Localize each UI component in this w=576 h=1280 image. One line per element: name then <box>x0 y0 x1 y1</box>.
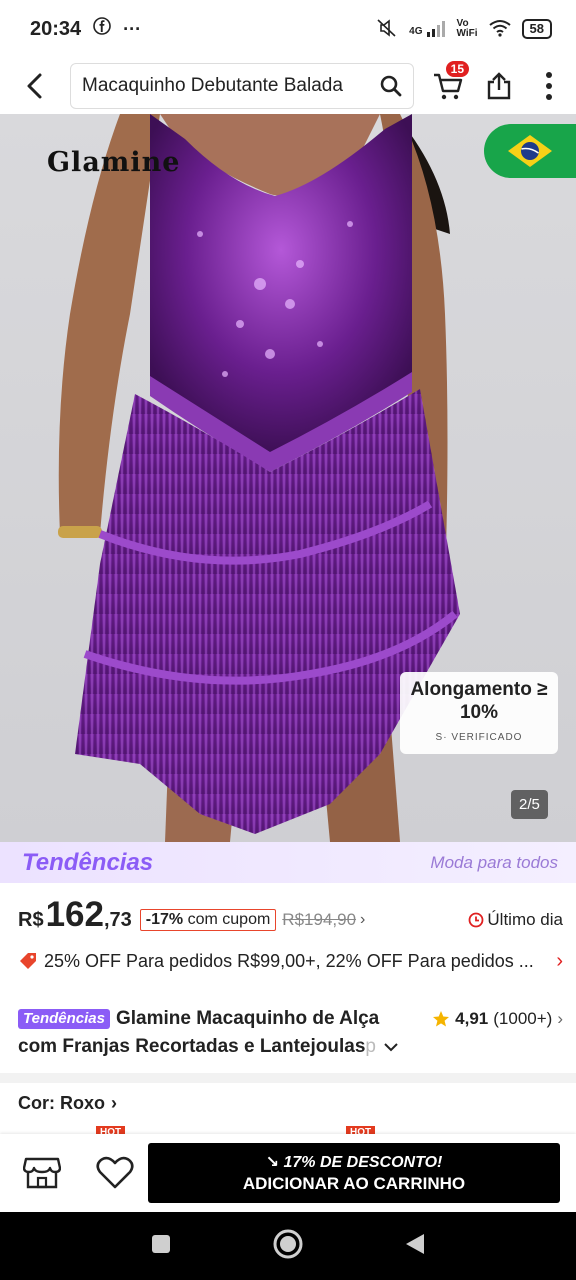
price-integer: 162 <box>45 895 104 934</box>
add-cart-discount-text: 17% DE DESCONTO! <box>283 1154 443 1171</box>
network-type: 4G <box>409 26 423 37</box>
mute-icon <box>375 18 399 41</box>
add-cart-discount: ↘ 17% DE DESCONTO! <box>266 1152 443 1172</box>
search-query: Macaquinho Debutante Balada <box>82 75 343 96</box>
clock-icon <box>469 912 484 928</box>
cart-button[interactable]: 15 <box>422 58 474 114</box>
image-counter: 2/5 <box>511 790 548 819</box>
store-icon <box>23 1157 61 1189</box>
rating-count: (1000+) <box>493 1009 553 1028</box>
product-title-line2: com Franjas Recortadas e Lantejoulas <box>18 1036 366 1057</box>
heart-icon <box>96 1156 134 1189</box>
rating-chevron-icon: › <box>557 1009 563 1028</box>
last-day-timer: Último dia <box>468 910 563 930</box>
trends-slogan: Moda para todos <box>430 852 558 872</box>
original-price[interactable]: R$194,90 <box>282 910 356 930</box>
share-button[interactable] <box>474 58 524 114</box>
trend-down-icon: ↘ <box>265 1154 280 1171</box>
promo-row[interactable]: 25% OFF Para pedidos R$99,00+, 22% OFF P… <box>18 944 563 978</box>
section-divider <box>0 1073 576 1083</box>
rating[interactable]: 4,91 (1000+) › <box>432 1009 563 1029</box>
share-icon <box>487 72 511 100</box>
back-button[interactable] <box>0 58 70 114</box>
back-nav-icon[interactable] <box>404 1232 426 1261</box>
vowifi-bottom: WiFi <box>456 28 478 39</box>
chevron-right-icon[interactable]: › <box>360 911 365 929</box>
price-cents: ,73 <box>103 909 132 931</box>
search-icon[interactable] <box>379 74 403 98</box>
stretch-verified-label: S· VERIFICADO <box>435 732 523 743</box>
home-icon[interactable] <box>272 1228 304 1265</box>
more-notifications-icon: ··· <box>123 18 142 39</box>
product-image-carousel[interactable]: Glamine Alongamento ≥ 10% S· VERIFICADO … <box>0 114 576 842</box>
price-tag-icon <box>20 953 36 969</box>
more-vertical-icon <box>546 72 552 100</box>
product-title-block[interactable]: Tendências Glamine Macaquinho de Alça 4,… <box>18 1005 563 1061</box>
bottom-action-bar: ↘ 17% DE DESCONTO! ADICIONAR AO CARRINHO <box>0 1134 576 1212</box>
more-options-button[interactable] <box>524 58 574 114</box>
last-day-label: Último dia <box>487 910 563 929</box>
trends-logo: Tendências <box>22 848 154 876</box>
wifi-icon <box>488 19 512 40</box>
search-header: Macaquinho Debutante Balada 15 <box>0 58 576 114</box>
product-title-line1: Glamine Macaquinho de Alça <box>115 1008 380 1029</box>
brand-logo: Glamine <box>47 147 181 178</box>
recents-icon[interactable] <box>150 1233 172 1260</box>
facebook-icon <box>93 17 111 41</box>
store-button[interactable] <box>0 1134 84 1212</box>
trends-banner[interactable]: Tendências Moda para todos <box>0 842 576 883</box>
promo-chevron-icon[interactable]: › <box>556 950 563 973</box>
back-arrow-icon <box>27 73 42 99</box>
system-nav-bar <box>0 1212 576 1280</box>
stretch-badge: Alongamento ≥ 10% S· VERIFICADO <box>400 672 558 754</box>
discount-label: com cupom <box>183 911 271 928</box>
vowifi-label: Vo WiFi <box>457 19 478 39</box>
trend-chip: Tendências <box>18 1009 110 1029</box>
discount-percent: -17% <box>145 911 184 928</box>
coupon-discount-tag[interactable]: -17% com cupom <box>139 909 277 931</box>
star-icon <box>433 1011 450 1027</box>
color-label: Cor: Roxo <box>18 1093 105 1113</box>
brazil-flag-icon <box>484 124 576 178</box>
status-time: 20:34 <box>30 17 82 40</box>
add-to-cart-button[interactable]: ↘ 17% DE DESCONTO! ADICIONAR AO CARRINHO <box>148 1143 560 1203</box>
price-currency: R$ <box>18 909 44 931</box>
battery-icon: 58 <box>521 19 552 39</box>
stretch-title: Alongamento ≥ 10% <box>410 679 548 723</box>
search-input[interactable]: Macaquinho Debutante Balada <box>70 63 414 109</box>
promo-text: 25% OFF Para pedidos R$99,00+, 22% OFF P… <box>44 950 534 971</box>
expand-chevron-icon[interactable] <box>382 1041 400 1053</box>
product-title-fade: p <box>365 1036 376 1057</box>
rating-value: 4,91 <box>455 1009 489 1028</box>
add-cart-label: ADICIONAR AO CARRINHO <box>242 1174 466 1193</box>
color-selector-row[interactable]: Cor: Roxo › <box>18 1093 117 1114</box>
status-bar: 20:34 ··· 4G Vo WiFi 58 <box>0 0 576 58</box>
price-row: R$ 162 ,73 -17% com cupom R$194,90 › Últ… <box>18 895 563 945</box>
signal-icon: 4G <box>409 21 446 37</box>
wishlist-button[interactable] <box>84 1134 146 1212</box>
cart-count-badge: 15 <box>444 60 470 78</box>
color-chevron-icon: › <box>111 1093 117 1113</box>
